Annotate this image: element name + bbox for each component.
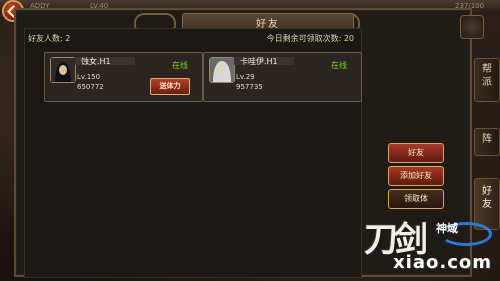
game-logo: 刀剑 神域 xiao.com bbox=[356, 212, 500, 281]
friend-status: 在线 bbox=[172, 61, 188, 70]
friend-power: 650772 bbox=[77, 83, 104, 91]
site-watermark: xiao.com bbox=[393, 252, 492, 273]
send-stamina-button[interactable]: 送体力 bbox=[150, 78, 190, 95]
friend-level: Lv.29 bbox=[236, 73, 255, 81]
friend-card[interactable]: 蚀女.H1 在线 Lv.150 650772 送体力 bbox=[44, 52, 203, 102]
add-friend-button[interactable]: 添加好友 bbox=[388, 166, 444, 186]
friend-count: 好友人数: 2 bbox=[28, 34, 71, 43]
friends-list-button[interactable]: 好友 bbox=[388, 143, 444, 163]
male-portrait-icon bbox=[210, 58, 234, 82]
panel-corner-ornament-icon bbox=[460, 15, 484, 39]
avatar bbox=[50, 57, 76, 83]
claim-remaining-count: 今日剩余可领取次数: 20 bbox=[266, 34, 354, 43]
friend-name: 卡哇伊.H1 bbox=[240, 57, 278, 66]
friend-power: 957735 bbox=[236, 83, 263, 91]
friend-status: 在线 bbox=[331, 61, 347, 70]
avatar bbox=[209, 57, 235, 83]
friend-name: 蚀女.H1 bbox=[81, 57, 111, 66]
claim-stamina-button[interactable]: 领取体 bbox=[388, 189, 444, 209]
friend-card[interactable]: 卡哇伊.H1 在线 Lv.29 957735 bbox=[203, 52, 362, 102]
friend-level: Lv.150 bbox=[77, 73, 101, 81]
female-portrait-icon bbox=[51, 58, 75, 82]
logo-subtitle: 神域 bbox=[436, 222, 458, 235]
tab-formation[interactable]: 阵 bbox=[474, 128, 500, 156]
tab-guild[interactable]: 帮 派 bbox=[474, 58, 500, 102]
